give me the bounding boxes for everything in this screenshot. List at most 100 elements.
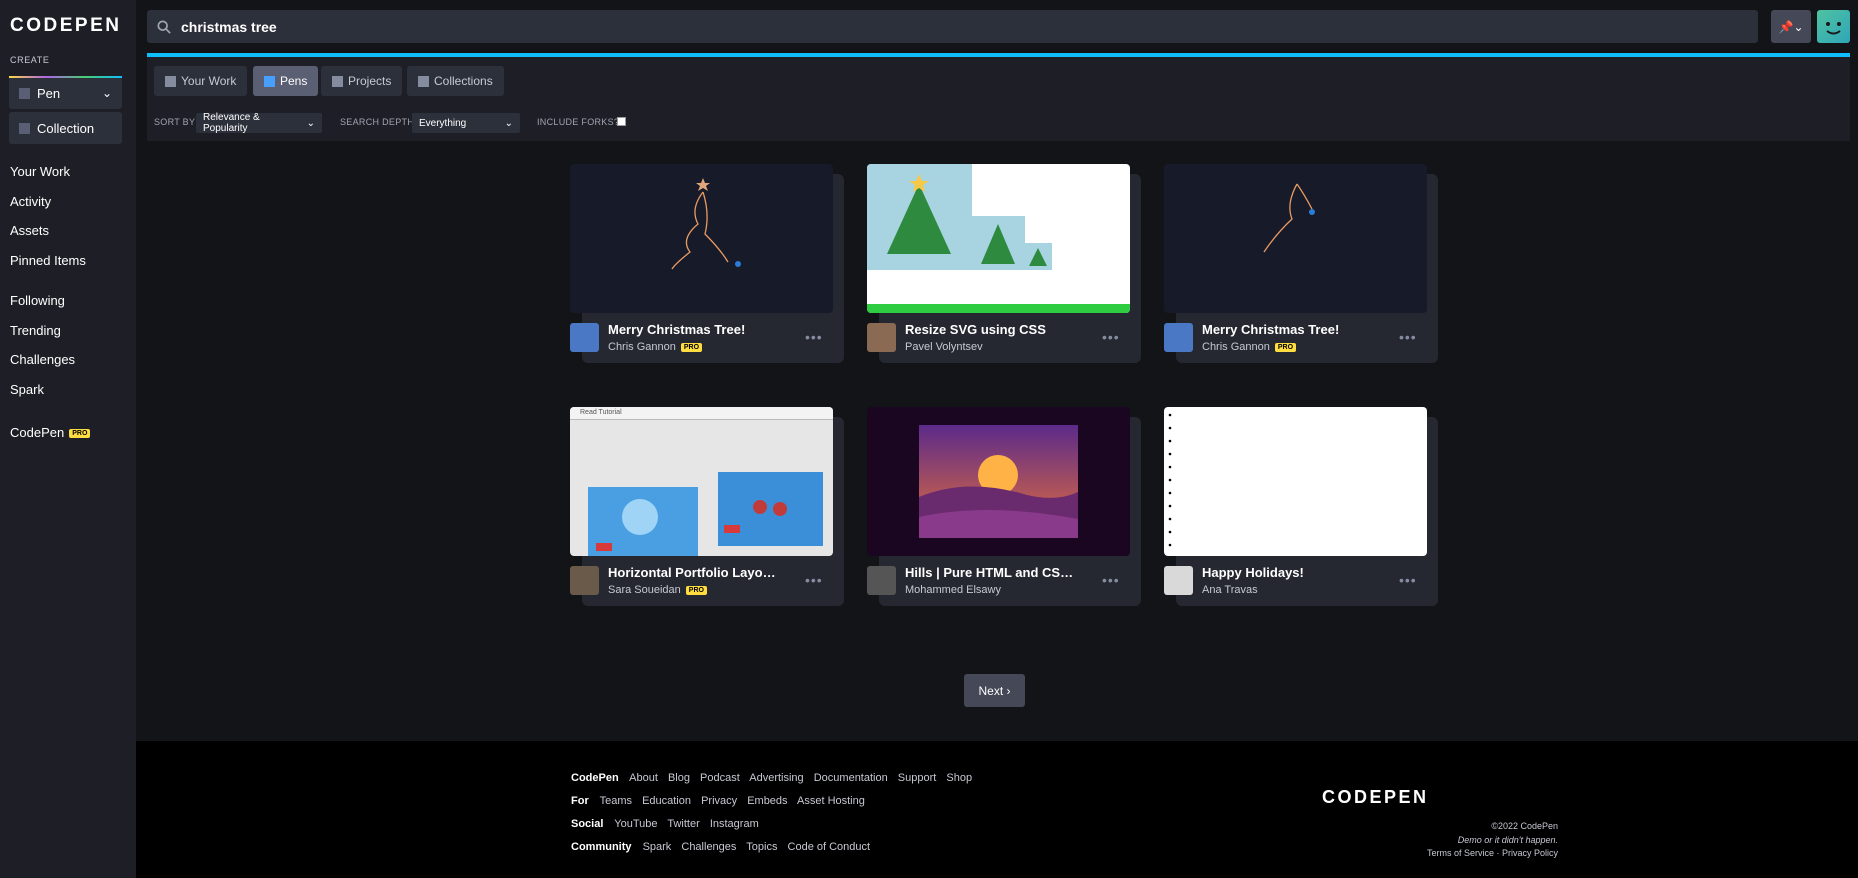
avatar-face-icon — [1826, 22, 1841, 35]
pen-preview[interactable] — [570, 164, 833, 313]
tab-label: Pens — [280, 74, 308, 88]
search-depth-select[interactable]: Everything ⌄ — [412, 113, 520, 133]
footer-link-education[interactable]: Education — [642, 795, 691, 807]
pen-preview[interactable] — [1164, 164, 1427, 313]
codepen-pro-label: CodePen — [10, 425, 65, 440]
footer-link-twitter[interactable]: Twitter — [667, 818, 699, 830]
christmas-tree-icon — [1263, 183, 1315, 253]
sidebar-item-spark[interactable]: Spark — [10, 382, 44, 397]
pen-title[interactable]: Merry Christmas Tree! — [608, 322, 745, 337]
footer-heading: Social — [571, 818, 604, 830]
author-avatar[interactable] — [570, 323, 599, 352]
sort-by-select[interactable]: Relevance & Popularity ⌄ — [196, 112, 322, 134]
more-options-icon[interactable]: ••• — [1399, 572, 1417, 588]
search-input[interactable] — [181, 10, 1758, 43]
pen-author[interactable]: Ana Travas — [1202, 584, 1258, 596]
tab-collections[interactable]: Collections — [407, 66, 504, 96]
footer-row-social: Social YouTube Twitter Instagram — [571, 818, 766, 830]
sidebar-item-assets[interactable]: Assets — [10, 223, 49, 238]
footer-link-blog[interactable]: Blog — [668, 772, 690, 784]
chevron-down-icon: ⌄ — [306, 117, 315, 129]
sidebar-item-your-work[interactable]: Your Work — [10, 164, 70, 179]
chevron-down-icon: ⌄ — [1793, 19, 1804, 34]
author-name: Ana Travas — [1202, 584, 1258, 596]
footer-link-instagram[interactable]: Instagram — [710, 818, 759, 830]
search-icon — [157, 19, 171, 34]
include-forks-checkbox[interactable] — [617, 117, 626, 126]
more-options-icon[interactable]: ••• — [1102, 329, 1120, 345]
sidebar-item-challenges[interactable]: Challenges — [10, 352, 75, 367]
sidebar-item-codepen-pro[interactable]: CodePen PRO — [10, 425, 91, 440]
author-avatar[interactable] — [1164, 566, 1193, 595]
pen-author[interactable]: Chris Gannon PRO — [1202, 341, 1297, 353]
chevron-down-icon[interactable]: ⌄ — [102, 86, 112, 100]
tab-projects[interactable]: Projects — [321, 66, 403, 96]
pen-card: Hills | Pure HTML and CSS art Mohammed E… — [867, 407, 1141, 606]
more-options-icon[interactable]: ••• — [805, 572, 823, 588]
footer-link-code-of-conduct[interactable]: Code of Conduct — [788, 841, 871, 853]
author-avatar[interactable] — [867, 566, 896, 595]
new-pen-button[interactable]: Pen ⌄ — [9, 76, 122, 109]
filters-panel: Your Work Pens Projects Collections SORT… — [147, 57, 1850, 141]
footer-link-podcast[interactable]: Podcast — [700, 772, 740, 784]
footer-link-support[interactable]: Support — [898, 772, 937, 784]
footer-link-youtube[interactable]: YouTube — [614, 818, 657, 830]
pen-title[interactable]: Merry Christmas Tree! — [1202, 322, 1339, 337]
sidebar-item-following[interactable]: Following — [10, 293, 65, 308]
author-avatar[interactable] — [570, 566, 599, 595]
codepen-logo[interactable]: CODEPEN — [10, 15, 121, 37]
footer-codepen-logo[interactable]: CODEPEN — [1322, 787, 1429, 808]
next-page-button[interactable]: Next › — [964, 674, 1025, 707]
more-options-icon[interactable]: ••• — [1399, 329, 1417, 345]
footer-link-embeds[interactable]: Embeds — [747, 795, 787, 807]
footer-link-teams[interactable]: Teams — [600, 795, 632, 807]
author-avatar[interactable] — [867, 323, 896, 352]
footer-link-privacy[interactable]: Privacy — [701, 795, 737, 807]
footer-link-challenges[interactable]: Challenges — [681, 841, 736, 853]
sidebar-item-trending[interactable]: Trending — [10, 323, 61, 338]
next-label: Next — [978, 683, 1004, 698]
legal-links[interactable]: Terms of Service · Privacy Policy — [1427, 848, 1558, 858]
footer-link-shop[interactable]: Shop — [946, 772, 972, 784]
footer-heading: Community — [571, 841, 632, 853]
pro-badge: PRO — [69, 429, 91, 439]
pen-title[interactable]: Horizontal Portfolio Layout with Interse… — [608, 565, 783, 580]
sidebar-item-pinned-items[interactable]: Pinned Items — [10, 253, 86, 268]
footer-link-about[interactable]: About — [629, 772, 658, 784]
tab-your-work[interactable]: Your Work — [154, 66, 248, 96]
tagline-text: Demo or it didn't happen. — [1457, 835, 1558, 845]
pen-preview[interactable]: Read Tutorial — [570, 407, 833, 556]
footer-row-for: For Teams Education Privacy Embeds Asset… — [571, 795, 872, 807]
author-name: Sara Soueidan — [608, 584, 681, 596]
pen-card: Happy Holidays! Ana Travas ••• — [1164, 407, 1438, 606]
author-avatar[interactable] — [1164, 323, 1193, 352]
pen-title[interactable]: Hills | Pure HTML and CSS art — [905, 565, 1080, 580]
pen-author[interactable]: Pavel Volyntsev — [905, 341, 983, 353]
pen-title[interactable]: Resize SVG using CSS — [905, 322, 1046, 337]
tab-pens[interactable]: Pens — [253, 66, 319, 96]
pinned-items-button[interactable]: 📌 ⌄ — [1771, 10, 1811, 43]
footer-link-spark[interactable]: Spark — [643, 841, 672, 853]
project-icon — [332, 75, 343, 87]
pen-author[interactable]: Chris Gannon PRO — [608, 341, 703, 353]
sidebar-item-activity[interactable]: Activity — [10, 194, 51, 209]
pen-preview[interactable] — [867, 164, 1130, 313]
footer-link-topics[interactable]: Topics — [746, 841, 777, 853]
footer-link-asset-hosting[interactable]: Asset Hosting — [797, 795, 865, 807]
pen-preview[interactable] — [1164, 407, 1427, 556]
pen-preview[interactable] — [867, 407, 1130, 556]
pen-author[interactable]: Sara Soueidan PRO — [608, 584, 707, 596]
tab-label: Collections — [434, 74, 493, 88]
footer-row-codepen: CodePen About Blog Podcast Advertising D… — [571, 772, 979, 784]
pen-title[interactable]: Happy Holidays! — [1202, 565, 1304, 580]
pen-author[interactable]: Mohammed Elsawy — [905, 584, 1001, 596]
more-options-icon[interactable]: ••• — [805, 329, 823, 345]
pen-card: Merry Christmas Tree! Chris Gannon PRO ••… — [570, 164, 844, 363]
new-collection-button[interactable]: Collection — [9, 112, 122, 144]
user-avatar[interactable] — [1817, 10, 1850, 43]
more-options-icon[interactable]: ••• — [1102, 572, 1120, 588]
search-depth-value: Everything — [419, 117, 467, 129]
footer-link-documentation[interactable]: Documentation — [814, 772, 888, 784]
footer-link-advertising[interactable]: Advertising — [749, 772, 803, 784]
pin-icon: 📌 — [1778, 19, 1794, 34]
